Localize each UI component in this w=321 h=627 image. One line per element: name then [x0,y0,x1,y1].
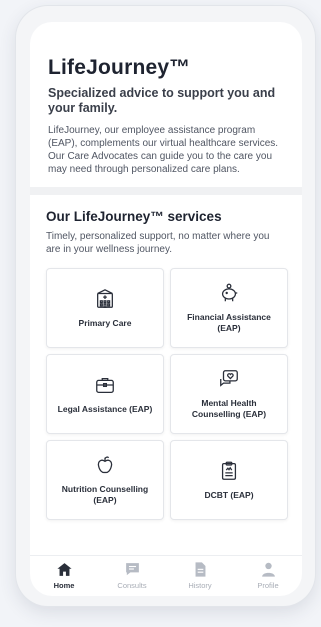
piggy-bank-icon [221,283,238,302]
briefcase-icon [96,377,114,393]
nav-label: Consults [117,581,147,590]
services-subtitle: Timely, personalized support, no matter … [46,231,270,255]
nav-label: History [188,581,212,590]
app-screen: LifeJourney™ Specialized advice to suppo… [30,22,302,596]
service-tile-dcbt[interactable]: DCBT (EAP) [170,440,288,520]
nav-item-home[interactable]: Home [30,556,98,596]
tile-label: Legal Assistance (EAP) [57,403,153,414]
tile-label: Primary Care [78,317,132,328]
tile-label: Nutrition Counselling (EAP) [61,484,149,505]
nav-item-consults[interactable]: Consults [98,556,166,596]
services-title: Our LifeJourney™ services [46,209,222,224]
user-icon [261,562,275,577]
tile-label: Financial Assistance (EAP) [187,312,271,333]
heart-chat-icon [220,370,238,387]
service-tile-primary-care[interactable]: Primary Care [46,268,164,348]
nav-label: Profile [257,581,279,590]
document-icon [195,562,205,577]
tile-label: DCBT (EAP) [204,489,254,500]
intro-body: LifeJourney, our employee assistance pro… [48,125,279,175]
phone-frame: LifeJourney™ Specialized advice to suppo… [16,6,315,606]
page-title: LifeJourney™ [48,56,191,79]
nav-item-profile[interactable]: Profile [234,556,302,596]
apple-icon [97,456,113,474]
bottom-nav: Home Consults History Profile [30,555,302,596]
service-tile-nutrition[interactable]: Nutrition Counselling (EAP) [46,440,164,520]
chat-icon [125,563,139,576]
tile-label: Mental Health Counselling (EAP) [191,398,267,419]
hospital-icon [97,288,113,308]
clipboard-icon [221,461,237,480]
home-icon [56,563,72,576]
intro-card: LifeJourney™ Specialized advice to suppo… [30,22,302,187]
service-tile-financial[interactable]: Financial Assistance (EAP) [170,268,288,348]
nav-item-history[interactable]: History [166,556,234,596]
nav-label: Home [53,581,75,590]
services-grid: Primary Care Financial Assistance (EAP) [46,268,288,520]
services-section: Our LifeJourney™ services Timely, person… [30,195,302,555]
service-tile-legal[interactable]: Legal Assistance (EAP) [46,354,164,434]
service-tile-mental-health[interactable]: Mental Health Counselling (EAP) [170,354,288,434]
intro-subtitle: Specialized advice to support you and yo… [48,86,276,115]
